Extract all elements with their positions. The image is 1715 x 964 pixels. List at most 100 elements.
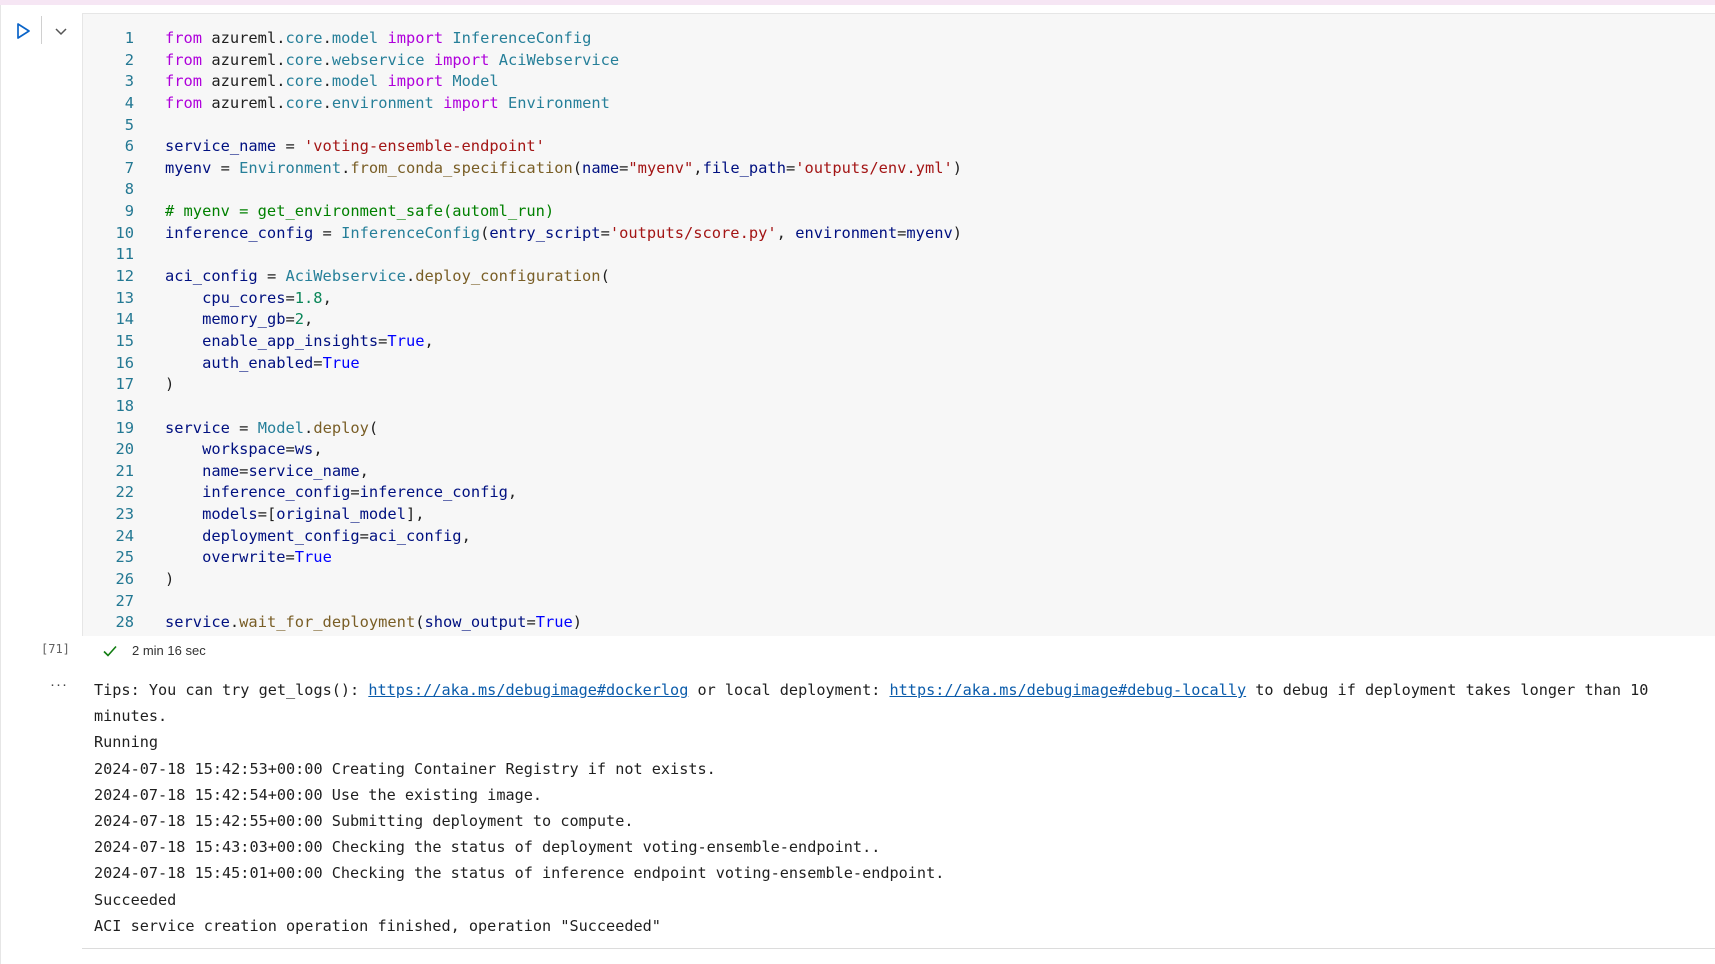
output-line: Running (94, 733, 159, 752)
line-number: 3 (124, 72, 134, 91)
code-token: , (424, 331, 434, 350)
code-token: 'outputs/score.py' (609, 223, 777, 242)
line-number: 14 (115, 310, 134, 329)
line-number: 6 (124, 137, 134, 156)
code-token: = (313, 223, 342, 242)
code-token: 1.8 (294, 288, 323, 307)
code-token: core (285, 93, 323, 112)
run-options-dropdown[interactable] (50, 20, 72, 42)
line-source: # myenv = get_environment_safe(automl_ru… (165, 201, 554, 223)
code-token: , (313, 440, 323, 459)
code-token: 'voting-ensemble-endpoint' (304, 137, 545, 156)
code-token: = (897, 223, 907, 242)
code-token: . (304, 418, 314, 437)
code-token: core (285, 29, 323, 47)
code-token: . (322, 50, 332, 69)
code-token: ) (572, 613, 583, 632)
code-token: memory_gb (202, 310, 286, 329)
code-line: 4 from azureml.core.environment import En… (83, 93, 1715, 115)
code-token: 2 (294, 310, 305, 329)
cell-output: Tips: You can try get_logs(): https://ak… (94, 677, 1694, 939)
code-token: ( (600, 267, 610, 286)
code-token: original_model (276, 505, 406, 524)
line-source: overwrite=True (165, 547, 332, 569)
output-line: 2024-07-18 15:43:03+00:00 Checking the s… (94, 838, 881, 857)
code-token: environment (795, 223, 898, 242)
code-token: = (276, 137, 305, 156)
line-source: inference_config=inference_config, (165, 482, 517, 504)
code-token: = (211, 158, 240, 177)
code-token: webservice (331, 50, 425, 69)
output-line: Succeeded (94, 890, 177, 909)
code-line: 15 enable_app_insights=True, (83, 331, 1715, 353)
code-token: True (322, 353, 360, 372)
code-token: InferenceConfig (443, 29, 592, 47)
line-number: 10 (115, 223, 134, 242)
code-token: environment (331, 93, 434, 112)
run-triangle-icon (17, 23, 30, 39)
line-number: 23 (115, 505, 134, 524)
code-token: entry_script (489, 223, 601, 242)
status-indicator (102, 643, 118, 659)
line-source: aci_config = AciWebservice.deploy_config… (165, 266, 610, 288)
output-tips-line: Tips: You can try get_logs(): https://ak… (94, 677, 1694, 729)
code-cell-editor[interactable]: 1 from azureml.core.model import Inferenc… (82, 13, 1715, 636)
code-token: name (202, 461, 240, 480)
code-token: , (322, 288, 332, 307)
code-token: ) (165, 570, 175, 589)
code-line: 13 cpu_cores=1.8, (83, 288, 1715, 310)
line-number: 26 (115, 570, 134, 589)
code-token: model (331, 29, 379, 47)
code-token: wait_for_deployment (239, 613, 416, 632)
code-token: = (526, 613, 536, 632)
code-token: myenv (165, 158, 212, 177)
line-number: 25 (115, 548, 134, 567)
line-source: enable_app_insights=True, (165, 331, 434, 353)
code-token: ( (480, 223, 490, 242)
code-line: 6 service_name = 'voting-ensemble-endpoin… (83, 136, 1715, 158)
code-token: , (461, 526, 471, 545)
code-token: True (387, 331, 425, 350)
code-token: = (285, 288, 295, 307)
line-source: from azureml.core.model import Inference… (165, 28, 591, 50)
output-lines: Running 2024-07-18 15:42:53+00:00 Creatin… (94, 729, 1694, 939)
code-line: 18 (83, 396, 1715, 418)
code-token: service (165, 418, 230, 437)
code-token: from_conda_specification (350, 158, 573, 177)
code-token: = (313, 353, 323, 372)
code-token: file_path (702, 158, 786, 177)
code-token: =[ (257, 505, 277, 524)
code-token: ( (368, 418, 379, 437)
code-token: model (331, 72, 379, 91)
code-line: 8 (83, 179, 1715, 201)
code-token: 'outputs/env.yml' (795, 158, 953, 177)
code-token: azureml (202, 50, 277, 69)
line-number: 28 (115, 613, 134, 632)
code-token: , (776, 223, 796, 242)
dockerlog-link[interactable]: https://aka.ms/debugimage#dockerlog (368, 681, 688, 699)
output-line: 2024-07-18 15:42:54+00:00 Use the existi… (94, 785, 543, 804)
code-token: = (285, 440, 295, 459)
output-menu-button[interactable]: ··· (50, 676, 68, 693)
debug-locally-link[interactable]: https://aka.ms/debugimage#debug-locally (890, 681, 1247, 699)
code-token: enable_app_insights (202, 331, 379, 350)
code-token: import (433, 50, 490, 69)
code-token: = (285, 310, 295, 329)
code-token: = (350, 483, 360, 502)
code-token: overwrite (202, 548, 286, 567)
code-token: ( (572, 158, 583, 177)
code-token: import (443, 93, 499, 112)
code-token: ) (952, 158, 963, 177)
line-number: 24 (115, 526, 134, 545)
code-line: 20 workspace=ws, (83, 439, 1715, 461)
code-lines: 1 from azureml.core.model import Inferenc… (83, 28, 1715, 634)
code-token: from (165, 29, 203, 47)
line-number: 8 (124, 180, 134, 199)
run-cell-button[interactable] (12, 20, 34, 42)
code-token: = (600, 223, 610, 242)
